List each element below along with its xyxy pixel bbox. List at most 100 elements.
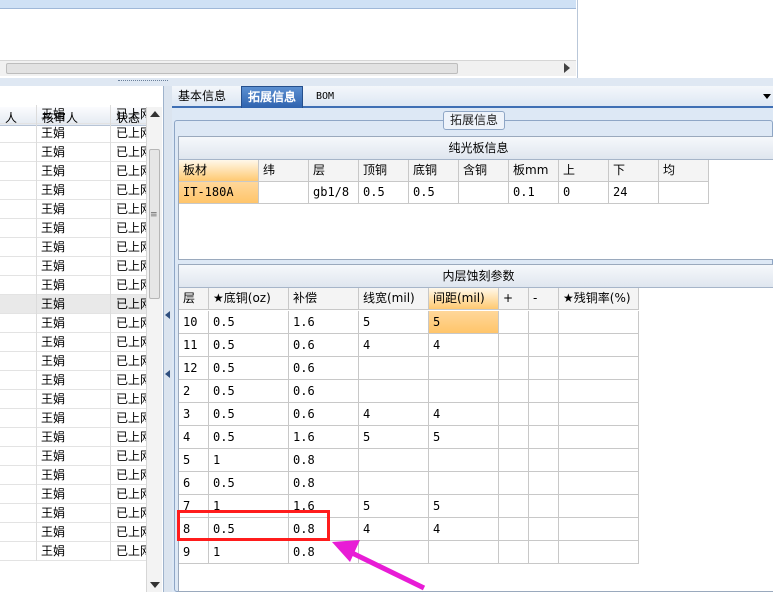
- table-row[interactable]: 王娟已上网: [0, 333, 146, 352]
- etch-data-cell[interactable]: 1.6: [289, 311, 359, 334]
- etch-data-cell[interactable]: 5: [359, 495, 429, 518]
- scroll-down-arrow-icon[interactable]: [150, 582, 160, 588]
- etch-data-cell[interactable]: 1: [209, 449, 289, 472]
- etch-data-cell[interactable]: [559, 541, 639, 564]
- collapse-left-arrow-icon[interactable]: [165, 311, 170, 319]
- tab-dropdown-icon[interactable]: [763, 94, 771, 99]
- etch-data-cell[interactable]: 4: [429, 334, 499, 357]
- etch-data-cell[interactable]: [499, 449, 529, 472]
- etch-data-cell[interactable]: [499, 518, 529, 541]
- etch-data-cell[interactable]: [559, 311, 639, 334]
- etch-data-cell[interactable]: 4: [429, 518, 499, 541]
- etch-data-cell[interactable]: [529, 472, 559, 495]
- etch-data-cell[interactable]: 4: [179, 426, 209, 449]
- etch-data-cell[interactable]: [499, 311, 529, 334]
- table-row[interactable]: 王娟已上网: [0, 295, 146, 314]
- top-selected-row[interactable]: [0, 0, 576, 9]
- etch-data-cell[interactable]: [499, 357, 529, 380]
- etch-data-cell[interactable]: 10: [179, 311, 209, 334]
- etch-data-cell[interactable]: [559, 472, 639, 495]
- etch-data-cell[interactable]: [559, 426, 639, 449]
- board-data-cell[interactable]: gb1/8: [309, 182, 359, 204]
- etch-data-cell[interactable]: [559, 495, 639, 518]
- etch-data-cell[interactable]: 0.5: [209, 357, 289, 380]
- etch-data-cell[interactable]: [529, 541, 559, 564]
- etch-data-cell[interactable]: [499, 472, 529, 495]
- etch-data-cell[interactable]: 5: [179, 449, 209, 472]
- board-data-cell[interactable]: 24: [609, 182, 659, 204]
- table-row[interactable]: 王娟已上网: [0, 276, 146, 295]
- etch-data-cell[interactable]: [559, 380, 639, 403]
- etch-data-cell[interactable]: 9: [179, 541, 209, 564]
- tab-extended-info[interactable]: 拓展信息: [241, 86, 304, 108]
- etch-data-cell[interactable]: 5: [359, 311, 429, 334]
- scroll-up-arrow-icon[interactable]: [150, 111, 160, 117]
- table-row[interactable]: 王娟已上网: [0, 390, 146, 409]
- etch-data-cell[interactable]: [429, 380, 499, 403]
- etch-data-cell[interactable]: 0.8: [289, 472, 359, 495]
- etch-data-cell[interactable]: [529, 449, 559, 472]
- etch-data-cell[interactable]: 0.6: [289, 380, 359, 403]
- etch-data-cell[interactable]: 0.5: [209, 311, 289, 334]
- etch-data-cell[interactable]: [529, 334, 559, 357]
- board-data-cell[interactable]: 0.5: [359, 182, 409, 204]
- etch-data-cell[interactable]: [529, 403, 559, 426]
- left-vertical-scrollbar[interactable]: ≡: [146, 107, 162, 592]
- etch-data-cell[interactable]: 5: [429, 311, 499, 334]
- etch-data-cell[interactable]: 4: [359, 403, 429, 426]
- left-scroll-thumb[interactable]: [149, 149, 160, 299]
- table-row[interactable]: 王娟已上网: [0, 352, 146, 371]
- etch-data-cell[interactable]: 12: [179, 357, 209, 380]
- table-row[interactable]: 王娟已上网: [0, 371, 146, 390]
- etch-data-cell[interactable]: 0.6: [289, 334, 359, 357]
- table-row[interactable]: 王娟已上网: [0, 200, 146, 219]
- table-row[interactable]: 王娟已上网: [0, 466, 146, 485]
- table-row[interactable]: 王娟已上网: [0, 314, 146, 333]
- etch-data-cell[interactable]: [529, 357, 559, 380]
- etch-data-cell[interactable]: [499, 380, 529, 403]
- etch-data-cell[interactable]: 0.6: [289, 403, 359, 426]
- etch-data-cell[interactable]: 0.5: [209, 472, 289, 495]
- etch-data-cell[interactable]: 6: [179, 472, 209, 495]
- etch-data-cell[interactable]: [499, 495, 529, 518]
- etch-data-cell[interactable]: [499, 334, 529, 357]
- etch-data-cell[interactable]: [429, 449, 499, 472]
- board-data-cell[interactable]: 0.5: [409, 182, 459, 204]
- table-row[interactable]: 王娟已上网: [0, 428, 146, 447]
- etch-data-cell[interactable]: 4: [359, 334, 429, 357]
- table-row[interactable]: 王娟已上网: [0, 409, 146, 428]
- etch-data-cell[interactable]: 3: [179, 403, 209, 426]
- etch-data-cell[interactable]: 1: [209, 541, 289, 564]
- table-row[interactable]: 王娟已上网: [0, 105, 146, 124]
- etch-data-cell[interactable]: 2: [179, 380, 209, 403]
- table-row[interactable]: 王娟已上网: [0, 238, 146, 257]
- etch-data-cell[interactable]: 5: [359, 426, 429, 449]
- etch-data-cell[interactable]: 11: [179, 334, 209, 357]
- table-row[interactable]: 王娟已上网: [0, 257, 146, 276]
- horizontal-splitter[interactable]: [0, 78, 773, 86]
- etch-data-cell[interactable]: [559, 518, 639, 541]
- etch-data-cell[interactable]: 0.6: [289, 357, 359, 380]
- etch-data-cell[interactable]: [429, 357, 499, 380]
- etch-data-cell[interactable]: [499, 541, 529, 564]
- table-row[interactable]: 王娟已上网: [0, 181, 146, 200]
- etch-data-cell[interactable]: [559, 403, 639, 426]
- top-horizontal-scrollbar[interactable]: [0, 60, 576, 76]
- table-row[interactable]: 王娟已上网: [0, 523, 146, 542]
- table-row[interactable]: 王娟已上网: [0, 485, 146, 504]
- etch-data-cell[interactable]: [359, 380, 429, 403]
- etch-data-cell[interactable]: [359, 357, 429, 380]
- etch-data-cell[interactable]: 5: [429, 426, 499, 449]
- board-data-cell[interactable]: [459, 182, 509, 204]
- panel-collapse-strip[interactable]: [164, 86, 172, 592]
- table-row[interactable]: 王娟已上网: [0, 542, 146, 561]
- top-scroll-thumb[interactable]: [6, 63, 458, 74]
- board-data-cell[interactable]: [659, 182, 709, 204]
- etch-data-cell[interactable]: [529, 380, 559, 403]
- etch-data-cell[interactable]: 0.8: [289, 449, 359, 472]
- etch-data-cell[interactable]: 5: [429, 495, 499, 518]
- etch-data-cell[interactable]: [529, 311, 559, 334]
- etch-data-cell[interactable]: [499, 426, 529, 449]
- etch-data-cell[interactable]: 0.5: [209, 334, 289, 357]
- board-data-cell[interactable]: [259, 182, 309, 204]
